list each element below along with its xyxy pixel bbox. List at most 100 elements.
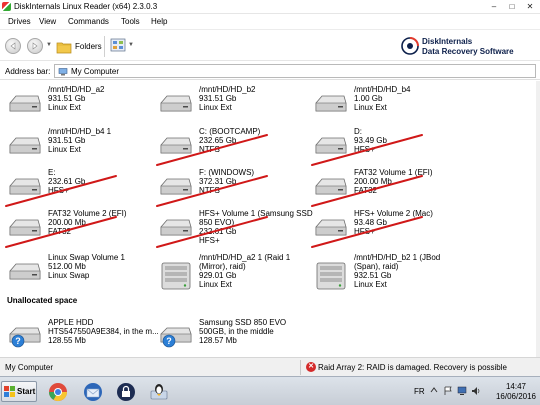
svg-text:?: ? (166, 336, 172, 346)
raid-icon (159, 261, 193, 293)
drive-name: E: (48, 168, 56, 177)
close-button[interactable]: ✕ (522, 1, 538, 12)
drive-filesystem: HFS+ (354, 145, 375, 154)
history-dropdown-icon[interactable]: ▼ (46, 42, 52, 48)
status-message: Raid Array 2: RAID is damaged. Recovery … (318, 363, 507, 372)
drive-filesystem: Linux Ext (354, 103, 387, 112)
address-bar: Address bar: My Computer (0, 62, 540, 80)
arrow-right-icon (32, 42, 38, 50)
drive-item[interactable]: /mnt/HD/HD_a2 1 (Raid 1 (Mirror), raid) 9… (155, 253, 313, 297)
hdd-icon (159, 217, 193, 241)
unallocated-section-header: Unallocated space (7, 296, 78, 305)
view-dropdown-icon: ▼ (128, 42, 134, 48)
tray-flag-icon[interactable] (443, 386, 453, 398)
menu-commands[interactable]: Commands (68, 17, 109, 26)
tray-expand-icon[interactable] (430, 386, 438, 396)
drive-item[interactable]: D: 93.49 Gb HFS+ (310, 127, 468, 171)
drive-filesystem: Linux Swap (48, 271, 90, 280)
error-icon: ✕ (306, 362, 316, 372)
menu-view[interactable]: View (39, 17, 56, 26)
start-button[interactable]: Start (1, 381, 37, 402)
system-clock[interactable]: 14:47 16/06/2016 (496, 382, 536, 402)
start-label: Start (17, 387, 36, 396)
drive-item[interactable]: /mnt/HD/HD_a2 931.51 Gb Linux Ext (4, 85, 162, 129)
drive-name: /mnt/HD/HD_a2 1 (Raid 1 (Mirror), raid) (199, 253, 291, 271)
drive-filesystem: NTFS (199, 145, 220, 154)
tray-network-icon[interactable] (457, 386, 467, 398)
address-field[interactable]: My Computer (54, 64, 536, 78)
drive-size: 931.51 Gb (48, 136, 86, 145)
brand-name: DiskInternals (422, 37, 473, 46)
drive-item[interactable]: Linux Swap Volume 1 512.00 Mb Linux Swap (4, 253, 162, 297)
drive-name: HFS+ Volume 1 (Samsung SSD 850 EVO) (199, 209, 313, 227)
network-icon (457, 386, 467, 395)
view-thumbnails-icon (110, 38, 126, 52)
drive-size: 232.61 Gb (199, 227, 237, 236)
status-location: My Computer (5, 363, 54, 372)
hdd-icon (8, 217, 42, 241)
drive-item[interactable]: HFS+ Volume 2 (Mac) 93.48 Gb HFS+ (310, 209, 468, 253)
taskbar-app-security[interactable] (113, 380, 139, 404)
drive-filesystem: FAT32 (354, 186, 377, 195)
hdd-icon (8, 135, 42, 159)
forward-button[interactable] (27, 38, 43, 54)
taskbar-app-thunderbird[interactable] (80, 380, 106, 404)
thunderbird-icon (84, 383, 102, 401)
drive-filesystem: NTFS (199, 186, 220, 195)
toolbar-separator (104, 36, 105, 57)
drive-item[interactable]: C: (BOOTCAMP) 232.65 Gb NTFS (155, 127, 313, 171)
address-value: My Computer (71, 67, 120, 76)
unallocated-item[interactable]: ? APPLE HDD HTS547550A9E384, in the m... 1… (4, 318, 162, 362)
taskbar-app-linux-reader[interactable] (146, 380, 172, 404)
drive-item[interactable]: FAT32 Volume 1 (EFI) 200.00 Mb FAT32 (310, 168, 468, 212)
drive-item[interactable]: /mnt/HD/HD_b2 1 (JBod (Span), raid) 932.5… (310, 253, 468, 297)
view-mode-button[interactable]: ▼ (110, 38, 134, 52)
drive-name: /mnt/HD/HD_b4 1 (48, 127, 112, 136)
folder-tree-icon (56, 42, 72, 53)
folders-button[interactable]: Folders (56, 38, 102, 55)
taskbar-app-chrome[interactable] (45, 380, 71, 404)
drive-item[interactable]: F: (WINDOWS) 372.31 Gb NTFS (155, 168, 313, 212)
menu-drives[interactable]: Drives (8, 17, 31, 26)
keyboard-language[interactable]: FR (414, 387, 425, 396)
address-label: Address bar: (5, 67, 51, 76)
drive-item[interactable]: FAT32 Volume 2 (EFI) 200.00 Mb FAT32 (4, 209, 162, 253)
drive-name: FAT32 Volume 2 (EFI) (48, 209, 127, 218)
drive-item[interactable]: /mnt/HD/HD_b4 1.00 Gb Linux Ext (310, 85, 468, 129)
toolbar: ▼ Folders ▼ DiskInternals Data Recovery … (0, 30, 540, 61)
unallocated-item[interactable]: ? Samsung SSD 850 EVO 500GB, in the middl… (155, 318, 313, 362)
clock-time: 14:47 (505, 382, 526, 391)
back-button[interactable] (5, 38, 21, 54)
unallocated-name: APPLE HDD HTS547550A9E384, in the m... (48, 318, 159, 336)
drive-name: /mnt/HD/HD_b4 (354, 85, 411, 94)
drive-item[interactable]: /mnt/HD/HD_b2 931.51 Gb Linux Ext (155, 85, 313, 129)
drive-size: 232.65 Gb (199, 136, 237, 145)
drive-size: 200.00 Mb (354, 177, 392, 186)
drive-item[interactable]: E: 232.61 Gb HFS+ (4, 168, 162, 212)
hdd-icon (8, 261, 42, 285)
maximize-button[interactable]: □ (504, 1, 520, 12)
drive-item[interactable]: /mnt/HD/HD_b4 1 931.51 Gb Linux Ext (4, 127, 162, 171)
menu-tools[interactable]: Tools (121, 17, 140, 26)
hdd-icon (314, 93, 348, 117)
app-icon (2, 2, 11, 11)
drive-filesystem: HFS+ (354, 227, 375, 236)
tray-volume-icon[interactable] (471, 386, 481, 398)
menu-bar: Drives View Commands Tools Help (0, 14, 540, 30)
drive-list-view: /mnt/HD/HD_a2 931.51 Gb Linux Ext/mnt/HD/H… (0, 81, 540, 357)
hdd-icon (159, 135, 193, 159)
drive-filesystem: Linux Ext (48, 145, 81, 154)
hdd-icon (159, 93, 193, 117)
speaker-icon (472, 387, 480, 395)
drive-name: /mnt/HD/HD_b2 1 (JBod (Span), raid) (354, 253, 441, 271)
folders-label: Folders (75, 42, 102, 51)
minimize-button[interactable]: – (486, 1, 502, 12)
vertical-scrollbar[interactable] (536, 81, 540, 357)
drive-filesystem: HFS+ (199, 236, 220, 245)
drive-size: 200.00 Mb (48, 218, 86, 227)
lock-icon (117, 383, 135, 401)
drive-filesystem: Linux Ext (199, 103, 232, 112)
menu-help[interactable]: Help (151, 17, 167, 26)
brand-tagline: Data Recovery Software (422, 47, 514, 56)
drive-item[interactable]: HFS+ Volume 1 (Samsung SSD 850 EVO) 232.6… (155, 209, 313, 253)
